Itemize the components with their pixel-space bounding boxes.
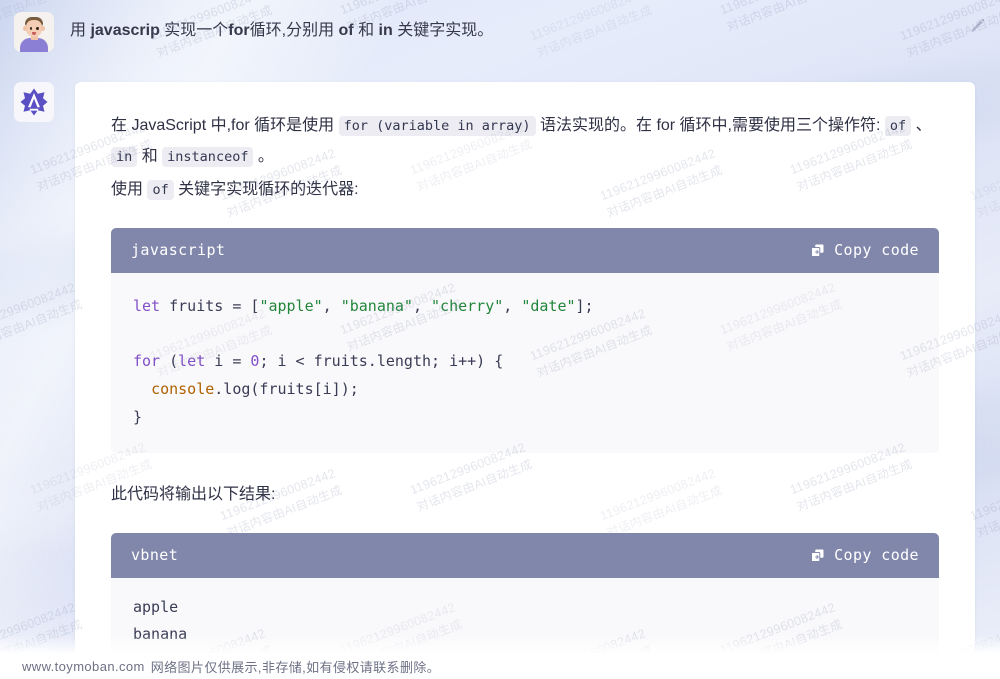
code-block-header-javascript: javascript Copy code [111,227,939,273]
answer-card-content: 在 JavaScript 中,for 循环是使用 for (variable i… [75,82,975,679]
inline-code-for-variable-in-array: for (variable in array) [338,116,536,136]
answer-paragraph-1: 在 JavaScript 中,for 循环是使用 for (variable i… [111,110,939,172]
para2-seg-1: 使用 [111,181,148,199]
inline-code-of-2: of [147,180,174,201]
para1-seg-5: 。 [253,148,274,166]
para1-seg-1: 在 JavaScript 中,for 循环是使用 [111,117,339,134]
code-block-body-javascript[interactable]: let fruits = ["apple", "banana", "cherry… [111,272,939,454]
code-block-header-vbnet: vbnet Copy code [111,532,939,578]
para2-seg-2: 关键字实现循环的迭代器: [173,181,359,199]
para1-seg-3: 、 [911,117,932,134]
copy-code-label-vbnet: Copy code [834,546,919,564]
answer-paragraph-2: 使用 of 关键字实现循环的迭代器: [111,174,939,205]
user-text-bold-of: of [338,22,354,39]
inline-code-of: of [884,116,912,136]
inline-code-in: in [111,147,138,168]
code-block-javascript: javascript Copy code let fruits = ["appl… [111,227,939,454]
disclaimer-text: 网络图片仅供展示,非存储,如有侵权请联系删除。 [150,659,441,675]
assistant-logo-icon [20,88,48,116]
copy-icon [811,244,824,257]
user-text-seg-4: 和 [353,22,379,39]
answer-paragraph-3: 此代码将输出以下结果: [111,486,276,504]
pencil-icon [971,18,984,32]
copy-code-button-vbnet[interactable]: Copy code [810,546,919,564]
user-text-seg-2: 实现一个 [159,22,229,39]
assistant-message-row [14,82,54,122]
edit-message-button[interactable] [966,14,988,36]
user-message-text: 用 javascrip 实现一个for循环,分别用 of 和 in 关键字实现。 [70,19,493,43]
user-text-seg-5: 关键字实现。 [392,22,494,39]
output-line-banana: banana [133,625,188,644]
code-language-label-vbnet: vbnet [131,546,179,564]
inline-code-instanceof: instanceof [162,147,254,168]
user-message-body: 用 javascrip 实现一个for循环,分别用 of 和 in 关键字实现。 [70,12,493,52]
copy-code-button-javascript[interactable]: Copy code [810,241,919,259]
user-text-bold-in: in [378,22,393,39]
code-language-label-javascript: javascript [131,241,226,260]
user-avatar [14,12,54,52]
user-text-seg-3: 循环,分别用 [249,22,339,39]
output-line-apple: apple [133,597,179,616]
para1-seg-4: 和 [137,148,163,166]
user-text-seg-1: 用 [70,22,91,39]
bottom-disclaimer-bar: www.toymoban.com 网络图片仅供展示,非存储,如有侵权请联系删除。 [0,653,1000,679]
user-message-row: 用 javascrip 实现一个for循环,分别用 of 和 in 关键字实现。 [14,12,974,52]
user-text-bold-for: for [228,22,250,39]
copy-code-label-javascript: Copy code [834,241,919,260]
para1-seg-2: 语法实现的。在 for 循环中,需要使用三个操作符: [535,117,885,134]
assistant-avatar [14,82,54,122]
user-text-bold-javascrip: javascrip [90,22,160,39]
site-url-label: www.toymoban.com [22,658,145,674]
assistant-answer-card: 在 JavaScript 中,for 循环是使用 for (variable i… [75,82,975,679]
copy-icon [811,549,824,562]
